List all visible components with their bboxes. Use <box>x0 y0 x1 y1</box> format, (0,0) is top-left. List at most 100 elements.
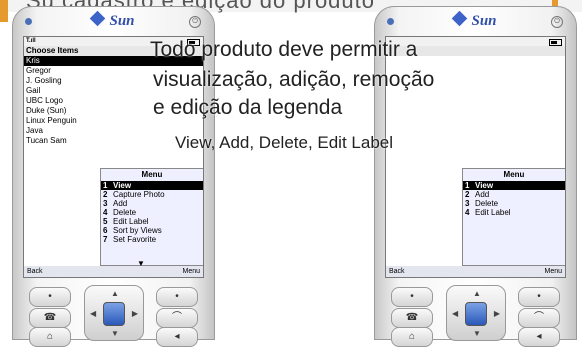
left-softkey-button[interactable]: • <box>391 287 433 307</box>
list-item[interactable]: Duke (Sun) <box>24 106 203 116</box>
softkey-bar: Back Menu <box>386 266 565 277</box>
keypad: • • ☎ ⌒ ⌂ ◂ ▲ ▼ ◀ ▶ <box>13 281 214 347</box>
list-item[interactable]: J. Gosling <box>24 76 203 86</box>
right-arrow-icon[interactable]: ▶ <box>132 309 138 318</box>
brand-label: Sun <box>109 13 135 29</box>
call-button[interactable]: ☎ <box>391 308 433 328</box>
phone-emulator-left: Sun ⏻ T.ıll Choose Items Kris Gregor J. … <box>12 6 215 347</box>
select-button[interactable] <box>103 302 125 326</box>
menu-item-label: Delete <box>475 199 499 208</box>
menu-item-number: 3 <box>465 199 470 208</box>
menu-item-add[interactable]: 2 Add <box>463 190 565 199</box>
menu-item-label: Edit Label <box>113 217 149 226</box>
menu-item-number: 4 <box>103 208 108 217</box>
home-button[interactable]: ⌂ <box>391 327 433 347</box>
menu-item-add[interactable]: 3 Add <box>101 199 203 208</box>
directional-pad[interactable]: ▲ ▼ ◀ ▶ <box>84 285 144 341</box>
home-icon: ⌂ <box>46 331 54 342</box>
menu-item-view[interactable]: 1 View <box>463 181 565 190</box>
list-item[interactable]: Gail <box>24 86 203 96</box>
sun-diamond-icon <box>452 10 468 27</box>
list-item[interactable]: UBC Logo <box>24 96 203 106</box>
down-arrow-icon[interactable]: ▼ <box>111 329 119 338</box>
list-item[interactable]: Gregor <box>24 66 203 76</box>
home-button[interactable]: ⌂ <box>29 327 71 347</box>
menu-item-set-favorite[interactable]: 7 Set Favorite <box>101 235 203 244</box>
directional-pad[interactable]: ▲ ▼ ◀ ▶ <box>446 285 506 341</box>
home-icon: ⌂ <box>408 331 416 342</box>
menu-item-capture-photo[interactable]: 2 Capture Photo <box>101 190 203 199</box>
phone-screen-left: T.ıll Choose Items Kris Gregor J. Goslin… <box>23 36 204 278</box>
list-item[interactable]: Kris <box>24 56 203 66</box>
menu-item-label: Set Favorite <box>113 235 157 244</box>
items-list: Kris Gregor J. Gosling Gail UBC Logo Duk… <box>24 56 203 146</box>
clear-button[interactable]: ◂ <box>518 327 560 347</box>
back-softkey[interactable]: Back <box>389 268 405 275</box>
menu-item-view[interactable]: 1 View <box>101 181 203 190</box>
phone-emulator-right: Sun ⏻ Menu 1 View 2 Add 3 Delete 4 Edit Labe… <box>374 6 577 347</box>
menu-item-sort-by-views[interactable]: 6 Sort by Views <box>101 226 203 235</box>
menu-item-delete[interactable]: 4 Delete <box>101 208 203 217</box>
menu-item-label: Delete <box>113 208 137 217</box>
left-arrow-icon[interactable]: ◀ <box>452 309 458 318</box>
power-button-icon[interactable]: ⏻ <box>189 16 201 28</box>
clear-icon: ◂ <box>536 331 542 342</box>
menu-item-label: Add <box>475 190 490 199</box>
up-arrow-icon[interactable]: ▲ <box>111 289 119 298</box>
battery-icon <box>187 39 200 46</box>
menu-title: Menu <box>141 170 163 179</box>
sun-diamond-icon <box>90 10 106 27</box>
right-softkey-button[interactable]: • <box>518 287 560 307</box>
softkey-bar: Back Menu <box>24 266 203 277</box>
sun-brand-logo: Sun <box>375 10 576 30</box>
left-arrow-icon[interactable]: ◀ <box>90 309 96 318</box>
phone-icon: ☎ <box>43 312 57 323</box>
brand-label: Sun <box>471 13 497 29</box>
down-arrow-icon[interactable]: ▼ <box>473 329 481 338</box>
menu-item-edit-label[interactable]: 4 Edit Label <box>463 208 565 217</box>
menu-item-number: 7 <box>103 235 108 244</box>
list-item[interactable]: Tucan Sam <box>24 136 203 146</box>
battery-icon <box>549 39 562 46</box>
list-item[interactable]: Java <box>24 126 203 136</box>
end-call-button[interactable]: ⌒ <box>518 308 560 328</box>
keypad: • • ☎ ⌒ ⌂ ◂ ▲ ▼ ◀ ▶ <box>375 281 576 347</box>
status-bar <box>386 37 565 46</box>
menu-item-number: 1 <box>103 181 108 190</box>
end-call-button[interactable]: ⌒ <box>156 308 198 328</box>
phone-icon: ☎ <box>405 312 419 323</box>
menu-item-label: Edit Label <box>475 208 511 217</box>
signal-icon: T.ıll <box>26 38 36 44</box>
call-button[interactable]: ☎ <box>29 308 71 328</box>
menu-item-label: View <box>113 181 132 190</box>
menu-softkey[interactable]: Menu <box>544 266 562 277</box>
list-item[interactable]: Linux Penguin <box>24 116 203 126</box>
power-button-icon[interactable]: ⏻ <box>551 16 563 28</box>
menu-item-label: View <box>475 181 494 190</box>
menu-item-label: Add <box>113 199 128 208</box>
menu-item-label: Capture Photo <box>113 190 165 199</box>
options-menu: Menu 1 View 2 Capture Photo 3 Add 4 Delete 5… <box>100 168 203 268</box>
back-softkey[interactable]: Back <box>27 268 43 275</box>
menu-item-edit-label[interactable]: 5 Edit Label <box>101 217 203 226</box>
screen-title: Choose Items <box>24 46 203 56</box>
menu-item-number: 2 <box>103 190 108 199</box>
left-softkey-button[interactable]: • <box>29 287 71 307</box>
menu-item-number: 3 <box>103 199 108 208</box>
right-softkey-button[interactable]: • <box>156 287 198 307</box>
menu-item-delete[interactable]: 3 Delete <box>463 199 565 208</box>
menu-title: Menu <box>503 170 525 179</box>
menu-item-number: 2 <box>465 190 470 199</box>
menu-item-number: 1 <box>465 181 470 190</box>
sun-brand-logo: Sun <box>13 10 214 30</box>
options-menu: Menu 1 View 2 Add 3 Delete 4 Edit Label <box>462 168 565 266</box>
menu-item-number: 6 <box>103 226 108 235</box>
menu-softkey[interactable]: Menu <box>182 266 200 277</box>
accent-bar <box>0 0 8 22</box>
right-arrow-icon[interactable]: ▶ <box>494 309 500 318</box>
select-button[interactable] <box>465 302 487 326</box>
phone-screen-right: Menu 1 View 2 Add 3 Delete 4 Edit Label Back… <box>385 36 566 278</box>
clear-button[interactable]: ◂ <box>156 327 198 347</box>
menu-item-number: 5 <box>103 217 108 226</box>
up-arrow-icon[interactable]: ▲ <box>473 289 481 298</box>
